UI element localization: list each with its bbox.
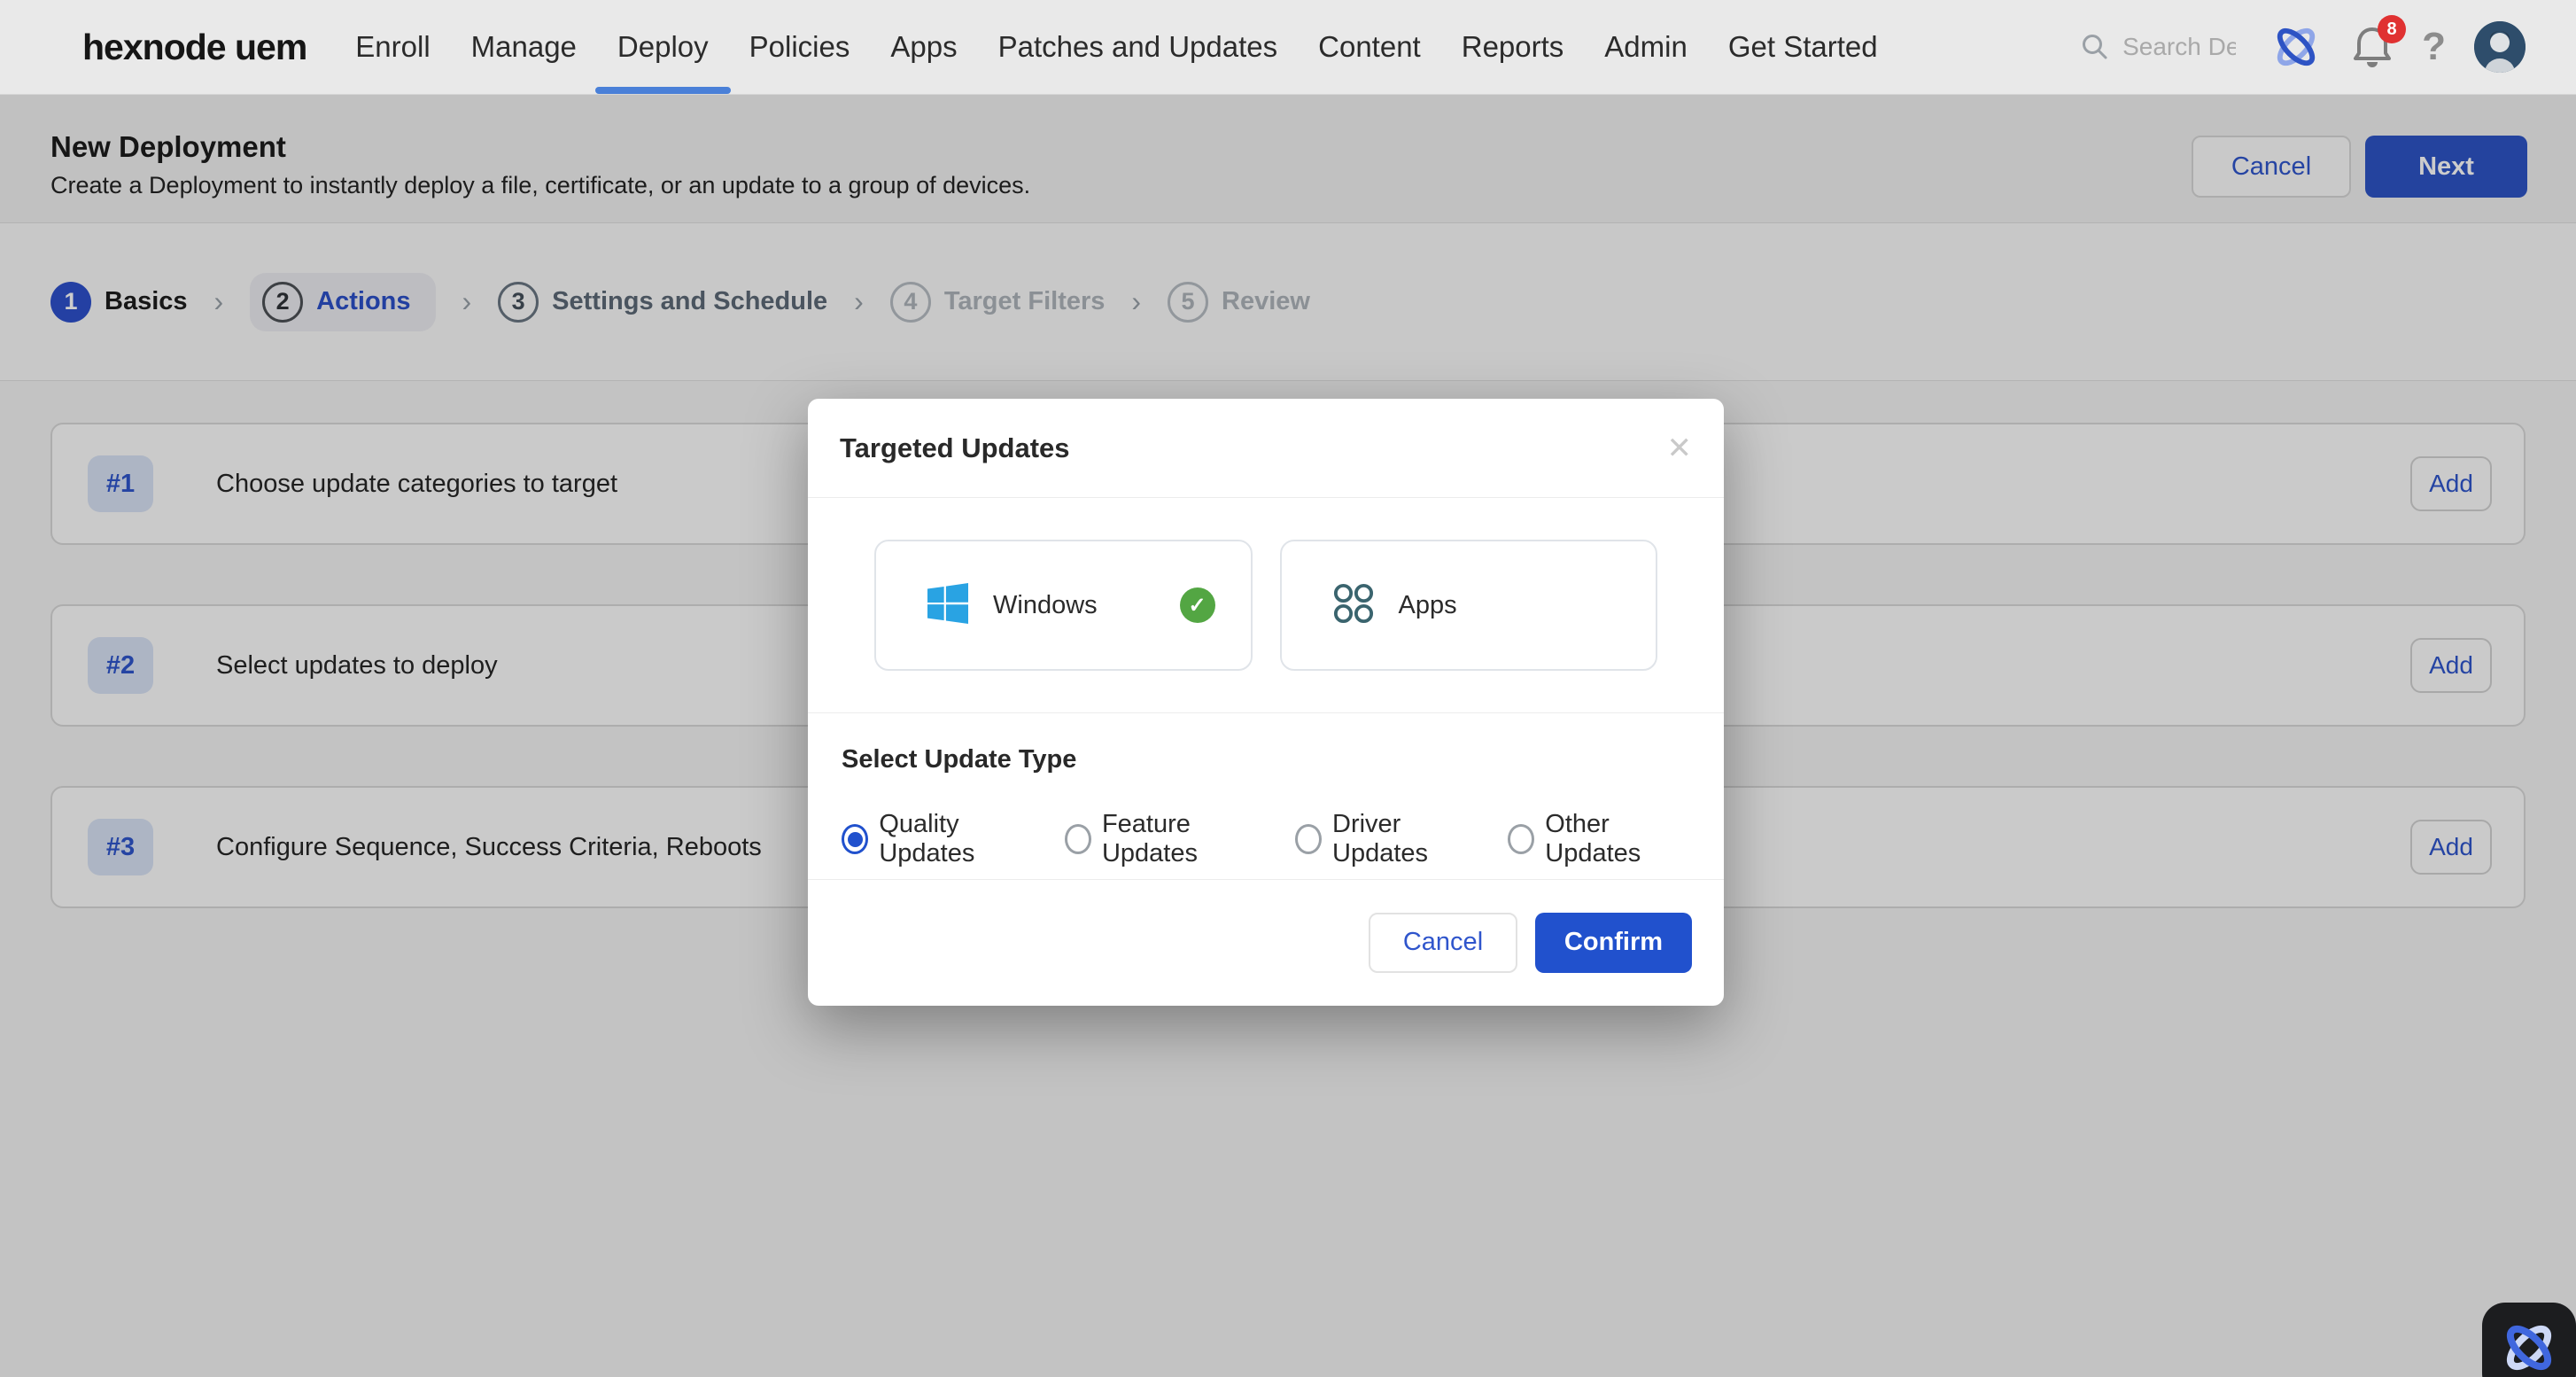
update-type-options: Quality Updates Feature Updates Driver U… xyxy=(842,810,1690,868)
platform-label: Windows xyxy=(993,591,1098,620)
help-icon[interactable]: ? xyxy=(2422,25,2446,69)
notifications-bell-icon[interactable]: 8 xyxy=(2351,24,2394,70)
support-chat-fab[interactable] xyxy=(2482,1303,2576,1377)
modal-cancel-button[interactable]: Cancel xyxy=(1369,913,1517,973)
nav-item-content[interactable]: Content xyxy=(1318,0,1421,94)
close-icon[interactable]: ✕ xyxy=(1667,431,1693,466)
hexnode-knot-icon xyxy=(2497,1316,2561,1377)
targeted-updates-modal: Targeted Updates ✕ Windows ✓ xyxy=(808,399,1724,1006)
modal-header: Targeted Updates ✕ xyxy=(808,399,1724,498)
radio-feature-updates[interactable]: Feature Updates xyxy=(1065,810,1269,868)
update-type-label: Select Update Type xyxy=(842,745,1690,774)
selected-check-icon: ✓ xyxy=(1180,587,1215,623)
modal-footer: Cancel Confirm xyxy=(808,880,1724,1005)
device-search xyxy=(2080,32,2236,62)
nav-right-controls: 8 ? xyxy=(2080,20,2526,74)
nav-menu: Enroll Manage Deploy Policies Apps Patch… xyxy=(355,0,1918,94)
modal-title: Targeted Updates xyxy=(840,432,1070,464)
radio-circle xyxy=(1065,824,1091,854)
radio-circle xyxy=(842,824,868,854)
radio-other-updates[interactable]: Other Updates xyxy=(1508,810,1690,868)
nav-item-enroll[interactable]: Enroll xyxy=(355,0,430,94)
platform-label: Apps xyxy=(1399,591,1457,620)
user-avatar[interactable] xyxy=(2474,21,2526,73)
radio-quality-updates[interactable]: Quality Updates xyxy=(842,810,1038,868)
top-nav: hexnode uem Enroll Manage Deploy Policie… xyxy=(0,0,2576,95)
platform-cards: Windows ✓ Apps xyxy=(808,498,1724,713)
app-window: hexnode uem Enroll Manage Deploy Policie… xyxy=(0,0,2576,1377)
platform-card-windows[interactable]: Windows ✓ xyxy=(874,540,1253,671)
nav-item-reports[interactable]: Reports xyxy=(1462,0,1564,94)
hexnode-logo[interactable]: hexnode uem xyxy=(82,27,306,68)
radio-circle xyxy=(1295,824,1322,854)
radio-dot xyxy=(848,832,863,847)
radio-driver-updates[interactable]: Driver Updates xyxy=(1295,810,1481,868)
notification-count-badge: 8 xyxy=(2378,15,2406,43)
nav-item-get-started[interactable]: Get Started xyxy=(1728,0,1878,94)
modal-confirm-button[interactable]: Confirm xyxy=(1535,913,1692,973)
radio-circle xyxy=(1508,824,1534,854)
nav-item-apps[interactable]: Apps xyxy=(890,0,957,94)
nav-item-policies[interactable]: Policies xyxy=(749,0,850,94)
hexnode-atom-icon[interactable] xyxy=(2270,20,2323,74)
nav-item-deploy[interactable]: Deploy xyxy=(617,0,709,94)
nav-item-manage[interactable]: Manage xyxy=(471,0,577,94)
search-input[interactable] xyxy=(2122,33,2236,61)
nav-item-admin[interactable]: Admin xyxy=(1604,0,1688,94)
search-icon[interactable] xyxy=(2080,32,2110,62)
apps-grid-icon xyxy=(1333,583,1374,628)
update-type-section: Select Update Type Quality Updates Featu… xyxy=(808,713,1724,880)
active-tab-underline xyxy=(595,87,731,94)
nav-item-patches-and-updates[interactable]: Patches and Updates xyxy=(998,0,1278,94)
platform-card-apps[interactable]: Apps xyxy=(1280,540,1658,671)
windows-logo-icon xyxy=(927,583,968,628)
